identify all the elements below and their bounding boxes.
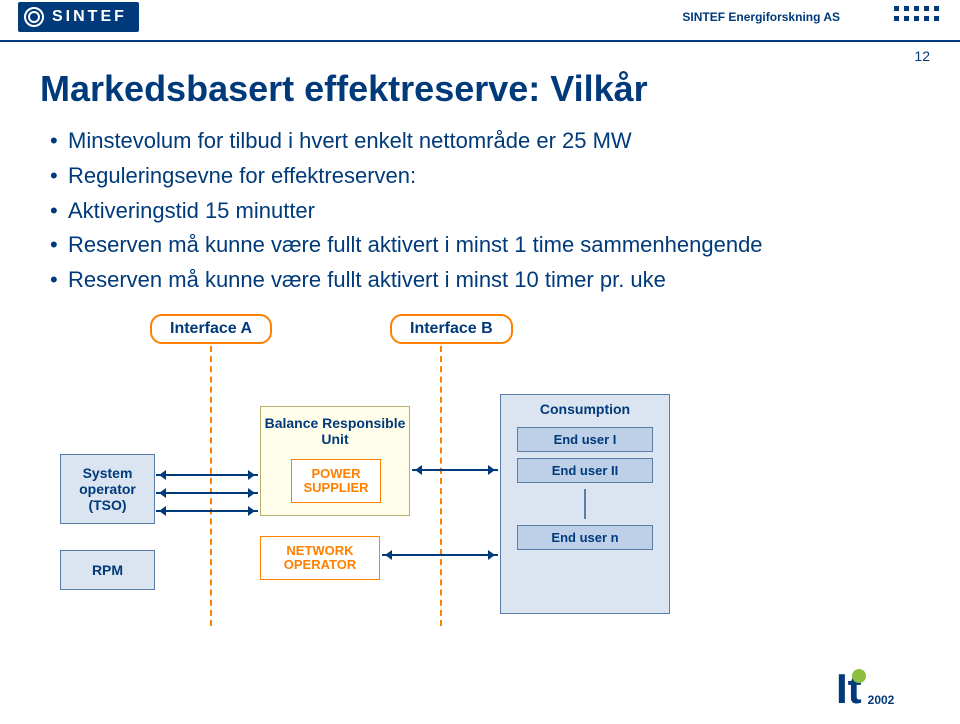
event-year: 2002 — [866, 692, 897, 708]
power-supplier-box: POWER SUPPLIER — [291, 459, 381, 503]
connector-line — [156, 492, 258, 494]
event-logo: It 2002 — [836, 664, 946, 714]
interface-a-box: Interface A — [150, 314, 272, 344]
connector-line — [156, 474, 258, 476]
bullet-item: Aktiveringstid 15 minutter — [50, 196, 910, 227]
sintef-logo: SINTEF — [18, 2, 139, 32]
bullet-list: Minstevolum for tilbud i hvert enkelt ne… — [50, 126, 910, 296]
page-number: 12 — [914, 48, 930, 64]
event-logo-it: It — [836, 665, 862, 713]
bullet-item: Reguleringsevne for effektreserven: — [50, 161, 910, 192]
network-operator-box: NETWORK OPERATOR — [260, 536, 380, 580]
sintef-logo-icon — [24, 7, 44, 27]
org-name: SINTEF Energiforskning AS — [682, 10, 840, 24]
slide-title: Markedsbasert effektreserve: Vilkår — [40, 68, 920, 110]
end-user-box: End user n — [517, 525, 653, 550]
bullet-item: Minstevolum for tilbud i hvert enkelt ne… — [50, 126, 910, 157]
connector-line — [382, 554, 498, 556]
interface-b-box: Interface B — [390, 314, 513, 344]
diagram: Interface A Interface B System operator … — [120, 314, 860, 644]
interface-a-line — [210, 346, 212, 626]
interface-b-line — [440, 346, 442, 626]
bru-box: Balance Responsible Unit POWER SUPPLIER — [260, 406, 410, 516]
connector-line — [156, 510, 258, 512]
slide-header: SINTEF SINTEF Energiforskning AS — [0, 0, 960, 42]
bullet-item: Reserven må kunne være fullt aktivert i … — [50, 265, 910, 296]
bru-label: Balance Responsible Unit — [261, 415, 409, 447]
end-user-box: End user I — [517, 427, 653, 452]
sintef-logo-text: SINTEF — [52, 8, 127, 26]
header-divider — [0, 40, 960, 42]
connector-line — [412, 469, 498, 471]
decorative-dots-icon — [894, 6, 940, 22]
end-user-box: End user II — [517, 458, 653, 483]
tso-box: System operator (TSO) — [60, 454, 155, 524]
consumption-box: Consumption End user I End user II End u… — [500, 394, 670, 614]
energy-dot-icon — [852, 669, 866, 683]
rpm-box: RPM — [60, 550, 155, 590]
bullet-item: Reserven må kunne være fullt aktivert i … — [50, 230, 910, 261]
end-user-connector — [584, 489, 586, 519]
consumption-title: Consumption — [501, 401, 669, 417]
